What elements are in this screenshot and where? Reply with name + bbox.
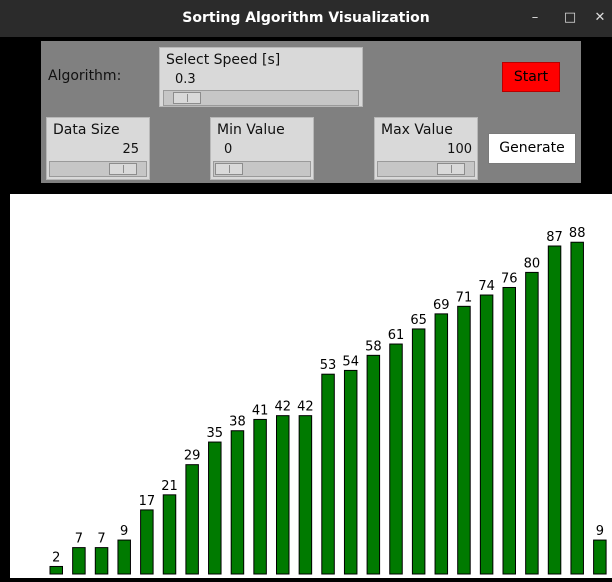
speed-value: 0.3 (175, 72, 196, 87)
speed-slider[interactable] (163, 90, 359, 106)
bar-label-0: 2 (52, 550, 60, 565)
data-size-control: Data Size 25 (46, 117, 150, 180)
bar-label-20: 76 (501, 271, 518, 286)
bar-24 (593, 539, 607, 575)
window-title: Sorting Algorithm Visualization (182, 10, 430, 26)
maximize-icon[interactable]: □ (562, 10, 578, 26)
bar-label-7: 35 (207, 426, 224, 441)
max-value-label: Max Value (381, 122, 453, 138)
bar-14 (366, 354, 381, 575)
bar-20 (502, 286, 516, 575)
bar-label-3: 9 (120, 524, 128, 539)
bar-label-8: 38 (229, 415, 246, 430)
bar-label-5: 21 (161, 479, 178, 494)
bar-17 (434, 313, 449, 575)
bar-label-9: 41 (252, 403, 269, 418)
min-value-label: Min Value (217, 122, 285, 138)
bar-label-13: 54 (342, 354, 359, 369)
max-value-slider-thumb[interactable] (437, 163, 466, 175)
visualization-canvas: 2 7 7 9 17 21 29 35 38 41 42 42 53 54 58 61 65 69 71 74 76 80… (10, 194, 612, 578)
bar-22 (547, 245, 562, 575)
bar-6 (185, 464, 199, 575)
title-bar[interactable]: Sorting Algorithm Visualization – □ ✕ (0, 0, 612, 37)
bar-21 (525, 271, 539, 575)
data-size-slider[interactable] (49, 161, 147, 177)
speed-control: Select Speed [s] 0.3 (159, 47, 363, 107)
min-value-control: Min Value 0 (210, 117, 314, 180)
bar-label-11: 42 (297, 400, 314, 415)
bar-13 (343, 369, 358, 575)
max-value-slider[interactable] (377, 161, 475, 177)
bar-label-18: 71 (456, 290, 473, 305)
bar-4 (140, 509, 154, 575)
bar-16 (411, 328, 426, 575)
close-icon[interactable]: ✕ (592, 10, 608, 26)
bar-chart: 27 79172129353841 42 4253 545861656971747680… (49, 226, 607, 575)
bar-label-17: 69 (433, 298, 450, 313)
data-size-value: 25 (122, 142, 139, 157)
bar-label-23: 88 (569, 226, 586, 241)
bar-label-6: 29 (184, 449, 201, 464)
bar-19 (479, 294, 494, 575)
bar-label-2: 7 (97, 532, 105, 547)
bar-8 (230, 430, 245, 575)
max-value-control: Max Value 100 (374, 117, 478, 180)
start-button[interactable]: Start (502, 62, 560, 92)
bar-10 (276, 415, 290, 575)
bar-label-4: 17 (139, 494, 156, 509)
bar-label-1: 7 (75, 532, 83, 547)
bar-label-15: 61 (388, 328, 405, 343)
bar-label-19: 74 (478, 279, 495, 294)
bar-3 (117, 539, 131, 575)
bar-18 (457, 305, 471, 575)
speed-slider-thumb[interactable] (173, 92, 202, 104)
bar-9 (253, 418, 267, 575)
min-value-value: 0 (224, 142, 233, 157)
bar-label-21: 80 (524, 256, 541, 271)
bar-label-14: 58 (365, 339, 382, 354)
bar-label-24: 9 (596, 524, 604, 539)
data-size-label: Data Size (53, 122, 120, 138)
bar-label-22: 87 (546, 230, 563, 245)
data-size-slider-thumb[interactable] (109, 163, 138, 175)
min-value-slider-thumb[interactable] (215, 163, 243, 175)
algorithm-label: Algorithm: (48, 68, 122, 84)
control-panel: Algorithm: Select Speed [s] 0.3 Start Da… (41, 41, 581, 183)
speed-label: Select Speed [s] (166, 52, 281, 68)
bar-0 (49, 565, 63, 575)
bar-5 (162, 494, 177, 575)
bar-label-16: 65 (410, 313, 427, 328)
bar-11 (298, 415, 313, 575)
bar-2 (94, 547, 109, 575)
bar-label-12: 53 (320, 358, 337, 373)
bar-7 (208, 441, 222, 575)
minimize-icon[interactable]: – (527, 10, 543, 26)
bar-23 (570, 241, 584, 575)
generate-button[interactable]: Generate (488, 133, 576, 164)
max-value-value: 100 (447, 142, 472, 157)
bar-label-10: 42 (274, 400, 291, 415)
bar-1 (72, 547, 86, 575)
min-value-slider[interactable] (213, 161, 311, 177)
bar-15 (389, 343, 403, 575)
bar-12 (321, 373, 335, 575)
